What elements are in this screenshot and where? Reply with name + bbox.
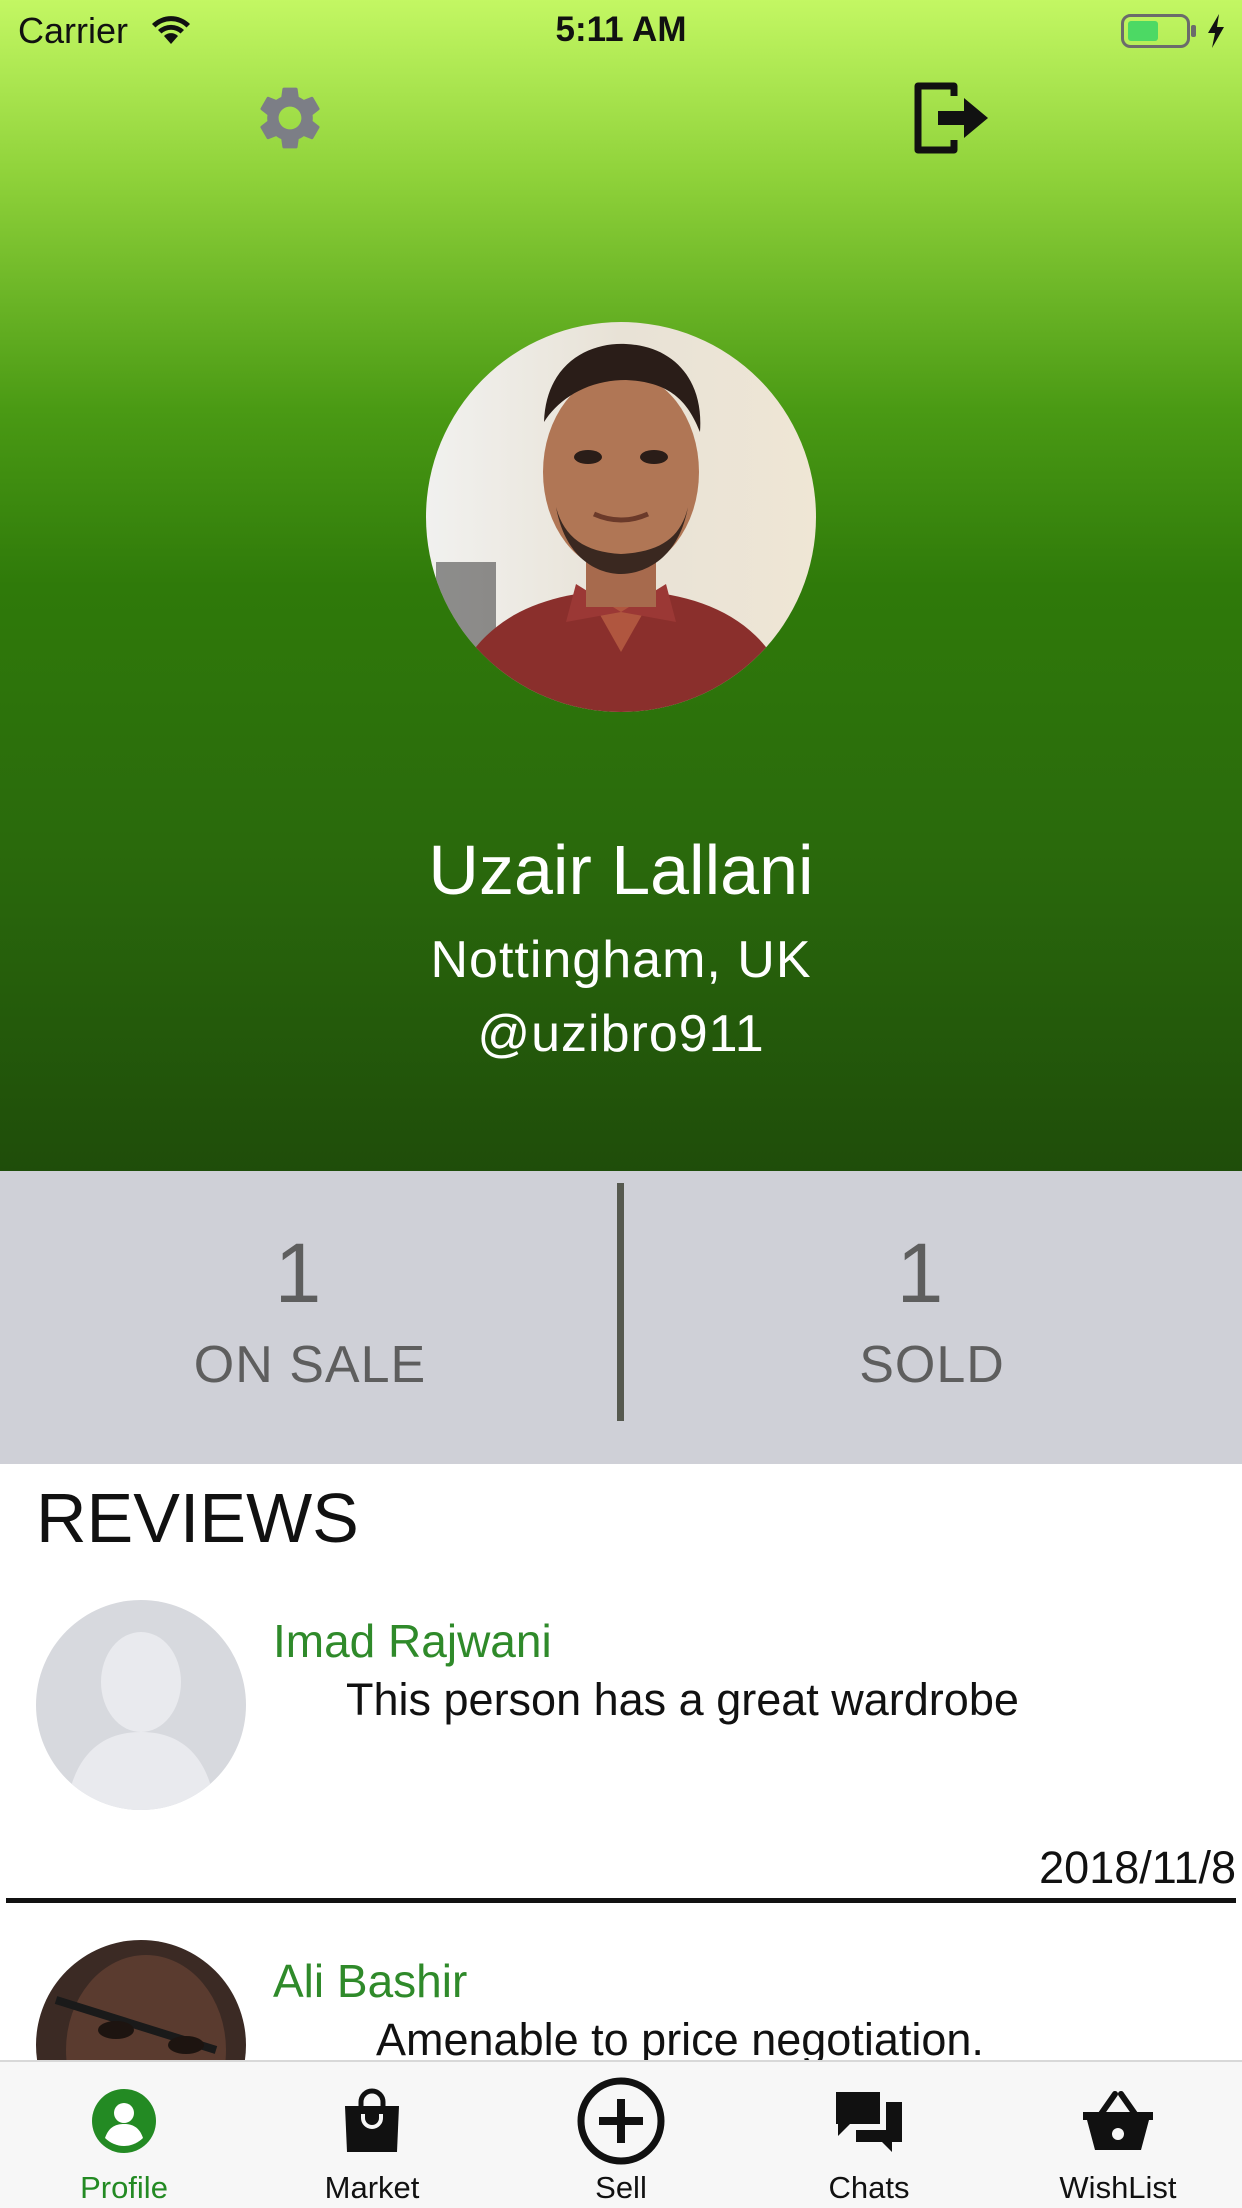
profile-header: Carrier 5:11 AM Uzair Lallani Nottingham… — [0, 0, 1242, 1171]
chat-bubbles-icon — [745, 2076, 993, 2166]
tab-label: Sell — [595, 2170, 647, 2205]
tab-market[interactable]: Market — [248, 2062, 496, 2208]
review-text: Amenable to price negotiation. — [376, 2014, 984, 2060]
logout-icon — [910, 78, 990, 163]
basket-icon — [994, 2076, 1242, 2166]
tab-label: Chats — [828, 2170, 910, 2205]
profile-name: Uzair Lallani — [428, 831, 814, 909]
on-sale-stat[interactable]: 1 ON SALE — [0, 1171, 620, 1464]
sold-stat[interactable]: 1 SOLD — [622, 1171, 1242, 1464]
reviewer-avatar-placeholder[interactable] — [36, 1600, 246, 1810]
on-sale-count: 1 — [274, 1226, 322, 1320]
reviewer-avatar[interactable] — [36, 1940, 246, 2060]
plus-circle-icon — [497, 2076, 745, 2166]
tab-wishlist[interactable]: WishList — [994, 2062, 1242, 2208]
review-author[interactable]: Imad Rajwani — [273, 1614, 552, 1668]
review-text: This person has a great wardrobe — [346, 1674, 1019, 1725]
review-date: 2018/11/8 — [1039, 1842, 1236, 1893]
review-item: Imad Rajwani This person has a great war… — [0, 1590, 1242, 1906]
tab-label: Market — [324, 2170, 420, 2205]
profile-avatar[interactable] — [426, 322, 816, 712]
review-item: Ali Bashir Amenable to price negotiation… — [0, 1930, 1242, 2060]
reviews-heading: REVIEWS — [36, 1479, 359, 1557]
profile-handle: @uzibro911 — [477, 1005, 765, 1063]
on-sale-label: ON SALE — [193, 1336, 427, 1394]
settings-button[interactable] — [250, 80, 330, 160]
tab-sell[interactable]: Sell — [497, 2062, 745, 2208]
status-bar: Carrier 5:11 AM — [0, 0, 1242, 62]
sold-count: 1 — [896, 1226, 944, 1320]
battery-icon — [1121, 14, 1197, 53]
sold-label: SOLD — [859, 1336, 1005, 1394]
review-author[interactable]: Ali Bashir — [273, 1954, 467, 2008]
tab-label: Profile — [80, 2170, 168, 2205]
status-time: 5:11 AM — [555, 10, 687, 49]
profile-icon — [0, 2076, 248, 2166]
tab-chats[interactable]: Chats — [745, 2062, 993, 2208]
shopping-bag-icon — [248, 2076, 496, 2166]
tab-label: WishList — [1059, 2170, 1177, 2205]
profile-location: Nottingham, UK — [430, 931, 812, 989]
tab-bar: Profile Market Sell Chats WishList — [0, 2060, 1242, 2208]
charging-bolt-icon — [1206, 14, 1226, 53]
stats-panel: 1 ON SALE 1 SOLD — [0, 1171, 1242, 1464]
tab-profile[interactable]: Profile — [0, 2062, 248, 2208]
review-separator — [6, 1898, 1236, 1903]
gear-icon — [252, 80, 328, 161]
logout-button[interactable] — [908, 78, 992, 162]
